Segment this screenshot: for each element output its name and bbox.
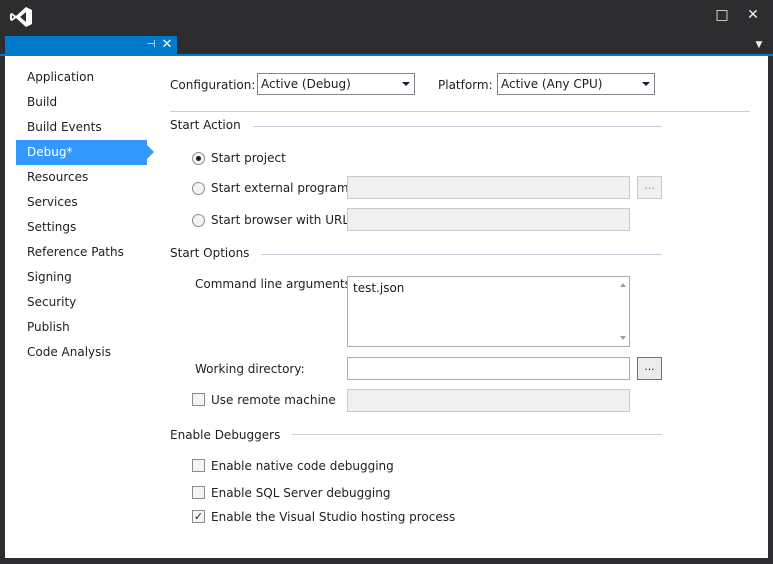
start-browser-label: Start browser with URL: (211, 213, 354, 227)
properties-page: Application Build Build Events Debug* Resour… (5, 56, 768, 558)
toolbar-divider (170, 111, 750, 112)
start-browser-radio[interactable] (192, 214, 205, 227)
title-bar: □ ✕ (0, 0, 773, 34)
close-window-button[interactable]: ✕ (741, 4, 765, 26)
debug-settings-panel: Configuration: Active (Debug) Platform: … (5, 56, 768, 558)
tab-close-icon[interactable]: ✕ (160, 36, 174, 54)
use-remote-machine-label: Use remote machine (211, 393, 336, 407)
chevron-down-icon (642, 82, 650, 86)
scroll-down-icon[interactable] (620, 336, 626, 340)
working-directory-browse-button[interactable]: ... (637, 357, 662, 380)
document-tab-strip: ⊣ ✕ ▼ (0, 34, 773, 56)
command-line-arguments-input[interactable]: test.json (347, 276, 630, 347)
sql-debugging-label: Enable SQL Server debugging (211, 486, 391, 500)
start-external-label: Start external program: (211, 181, 353, 195)
pin-icon[interactable]: ⊣ (144, 36, 158, 54)
use-remote-machine-checkbox[interactable] (192, 393, 205, 406)
native-debugging-label: Enable native code debugging (211, 459, 394, 473)
start-project-radio[interactable] (192, 152, 205, 165)
command-line-arguments-value: test.json (353, 281, 405, 295)
browser-url-input[interactable] (347, 208, 630, 231)
platform-select[interactable]: Active (Any CPU) (497, 73, 655, 95)
scroll-up-icon[interactable] (620, 283, 626, 287)
maximize-button[interactable]: □ (710, 4, 734, 26)
native-debugging-checkbox[interactable] (192, 459, 205, 472)
command-line-arguments-label: Command line arguments: (195, 277, 355, 291)
start-options-heading: Start Options (170, 246, 262, 260)
working-directory-label: Working directory: (195, 362, 305, 376)
hosting-process-checkbox[interactable]: ✓ (192, 510, 205, 523)
platform-label: Platform: (438, 78, 493, 92)
project-properties-tab[interactable]: ⊣ ✕ (5, 36, 177, 54)
configuration-label: Configuration: (170, 78, 256, 92)
sql-debugging-checkbox[interactable] (192, 486, 205, 499)
start-external-radio[interactable] (192, 182, 205, 195)
hosting-process-label: Enable the Visual Studio hosting process (211, 510, 456, 524)
enable-debuggers-heading: Enable Debuggers (170, 428, 293, 442)
configuration-select[interactable]: Active (Debug) (257, 73, 415, 95)
checkmark-icon: ✓ (193, 510, 204, 523)
platform-select-value: Active (Any CPU) (501, 77, 603, 91)
visual-studio-logo-icon (10, 7, 32, 27)
chevron-down-icon (402, 82, 410, 86)
start-action-heading: Start Action (170, 118, 253, 132)
configuration-select-value: Active (Debug) (261, 77, 351, 91)
start-project-label: Start project (211, 151, 286, 165)
tab-overflow-dropdown-icon[interactable]: ▼ (752, 39, 766, 51)
working-directory-input[interactable] (347, 357, 630, 380)
external-program-browse-button[interactable]: ... (637, 176, 662, 199)
external-program-input[interactable] (347, 176, 630, 199)
remote-machine-input[interactable] (347, 389, 630, 412)
